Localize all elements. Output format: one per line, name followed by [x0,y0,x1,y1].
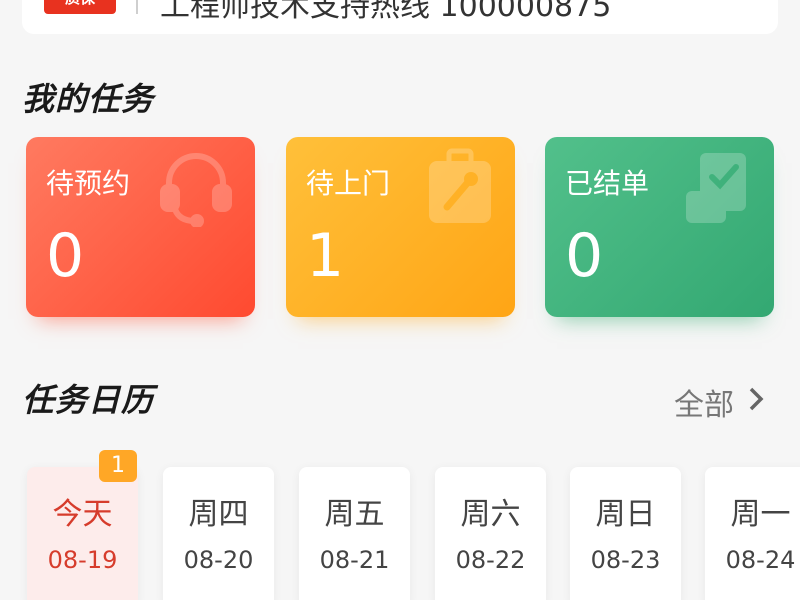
support-hotline-banner[interactable]: 质保 工程师技术支持热线 100000875 [22,0,778,34]
headset-icon [157,147,235,231]
card-count: 0 [565,221,604,291]
toolbox-icon [425,147,495,231]
task-card-pending-appointment[interactable]: 待预约 0 [26,137,255,317]
task-count-badge: 1 [99,450,137,482]
day-name: 周一 [730,497,791,532]
day-name: 周六 [460,497,521,532]
calendar-day[interactable]: 周日 08-23 [570,467,681,600]
my-tasks-title: 我的任务 [22,80,155,118]
divider [136,0,138,14]
day-date: 08-22 [455,546,526,574]
brand-logo: 质保 [44,0,116,14]
day-date: 08-21 [319,546,390,574]
hotline-text: 工程师技术支持热线 100000875 [160,0,612,24]
app-screen: 质保 工程师技术支持热线 100000875 我的任务 待预约 0 待上门 1 [0,0,800,600]
day-name: 周五 [324,497,385,532]
calendar-day[interactable]: 周四 08-20 [163,467,274,600]
day-date: 08-20 [183,546,254,574]
card-count: 1 [306,221,345,291]
calendar-day[interactable]: 周六 08-22 [435,467,546,600]
day-name: 今天 [52,497,113,532]
task-card-completed[interactable]: 已结单 0 [545,137,774,317]
day-date: 08-19 [47,546,118,574]
view-all-label: 全部 [674,388,734,423]
day-name: 周日 [595,497,656,532]
receipt-check-icon [682,147,754,231]
calendar-day[interactable]: 周一 08-24 [705,467,800,600]
chevron-right-icon [748,385,764,420]
task-card-pending-visit[interactable]: 待上门 1 [286,137,515,317]
card-count: 0 [46,221,85,291]
day-date: 08-23 [590,546,661,574]
day-name: 周四 [188,497,249,532]
day-date: 08-24 [725,546,796,574]
calendar-day-today[interactable]: 今天 08-19 [27,467,138,600]
task-calendar-title: 任务日历 [22,381,155,419]
view-all-link[interactable]: 全部 [674,380,764,424]
calendar-day[interactable]: 周五 08-21 [299,467,410,600]
